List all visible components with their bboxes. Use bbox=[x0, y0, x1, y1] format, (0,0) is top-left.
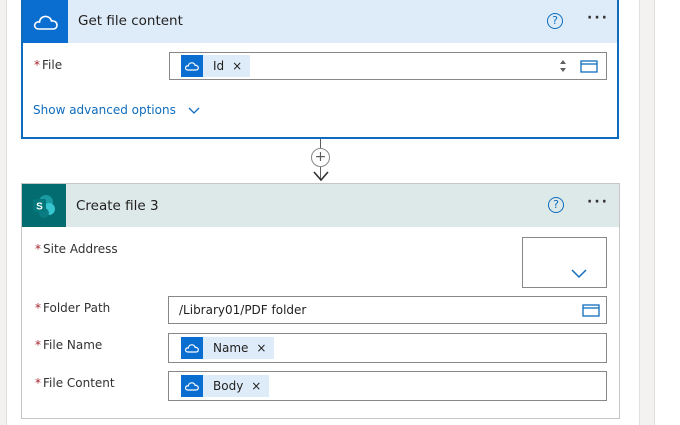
sharepoint-icon: S bbox=[22, 184, 66, 227]
card-header[interactable]: S Create file 3 ? ··· bbox=[22, 184, 619, 227]
action-card-get-file-content[interactable]: Get file content ? ··· * File Id × Show … bbox=[21, 0, 619, 139]
file-name-input[interactable]: Name × bbox=[168, 333, 607, 363]
onedrive-icon bbox=[23, 0, 68, 43]
onedrive-token-icon bbox=[181, 337, 203, 359]
chevron-down-icon bbox=[571, 269, 587, 279]
token-remove-icon[interactable]: × bbox=[251, 379, 261, 393]
dynamic-token-body[interactable]: Body × bbox=[181, 375, 270, 397]
chevron-down-icon bbox=[188, 107, 200, 114]
file-label: * File bbox=[34, 58, 63, 72]
token-label: Name bbox=[213, 341, 249, 355]
file-name-label: * File Name bbox=[35, 338, 103, 352]
folder-browse-icon[interactable] bbox=[582, 303, 600, 317]
dynamic-token-id[interactable]: Id × bbox=[181, 55, 251, 77]
file-input[interactable]: Id × bbox=[169, 52, 607, 80]
add-step-button[interactable]: + bbox=[311, 148, 330, 167]
folder-browse-icon[interactable] bbox=[580, 59, 598, 73]
token-remove-icon[interactable]: × bbox=[232, 59, 242, 73]
help-icon[interactable]: ? bbox=[548, 197, 564, 213]
arrow-down-icon bbox=[313, 171, 329, 182]
onedrive-token-icon bbox=[181, 375, 203, 397]
card-header[interactable]: Get file content ? ··· bbox=[23, 0, 617, 43]
action-card-create-file[interactable]: S Create file 3 ? ··· * Site Address * Fol… bbox=[21, 183, 620, 419]
onedrive-token-icon bbox=[181, 55, 203, 77]
token-label: Body bbox=[213, 379, 244, 393]
token-label: Id bbox=[213, 59, 225, 73]
file-content-input[interactable]: Body × bbox=[168, 371, 607, 401]
more-options-icon[interactable]: ··· bbox=[587, 194, 609, 210]
connector-line-top bbox=[320, 139, 321, 148]
spinner-icon[interactable] bbox=[558, 56, 568, 76]
right-scroll-strip bbox=[654, 0, 680, 425]
folder-path-label: * Folder Path bbox=[35, 301, 111, 315]
more-options-icon[interactable]: ··· bbox=[587, 10, 609, 26]
site-address-dropdown[interactable] bbox=[522, 237, 607, 288]
card-title: Get file content bbox=[78, 13, 183, 29]
svg-text:S: S bbox=[36, 201, 43, 212]
dynamic-token-name[interactable]: Name × bbox=[181, 337, 275, 359]
site-address-label: * Site Address bbox=[35, 242, 118, 256]
folder-path-input[interactable]: /Library01/PDF folder bbox=[168, 296, 607, 324]
token-remove-icon[interactable]: × bbox=[256, 341, 266, 355]
folder-path-value: /Library01/PDF folder bbox=[179, 303, 307, 317]
card-title: Create file 3 bbox=[76, 198, 159, 214]
designer-canvas: Get file content ? ··· * File Id × Show … bbox=[0, 0, 680, 425]
help-icon[interactable]: ? bbox=[547, 13, 563, 29]
show-advanced-options-link[interactable]: Show advanced options bbox=[33, 103, 200, 117]
file-content-label: * File Content bbox=[35, 376, 115, 390]
